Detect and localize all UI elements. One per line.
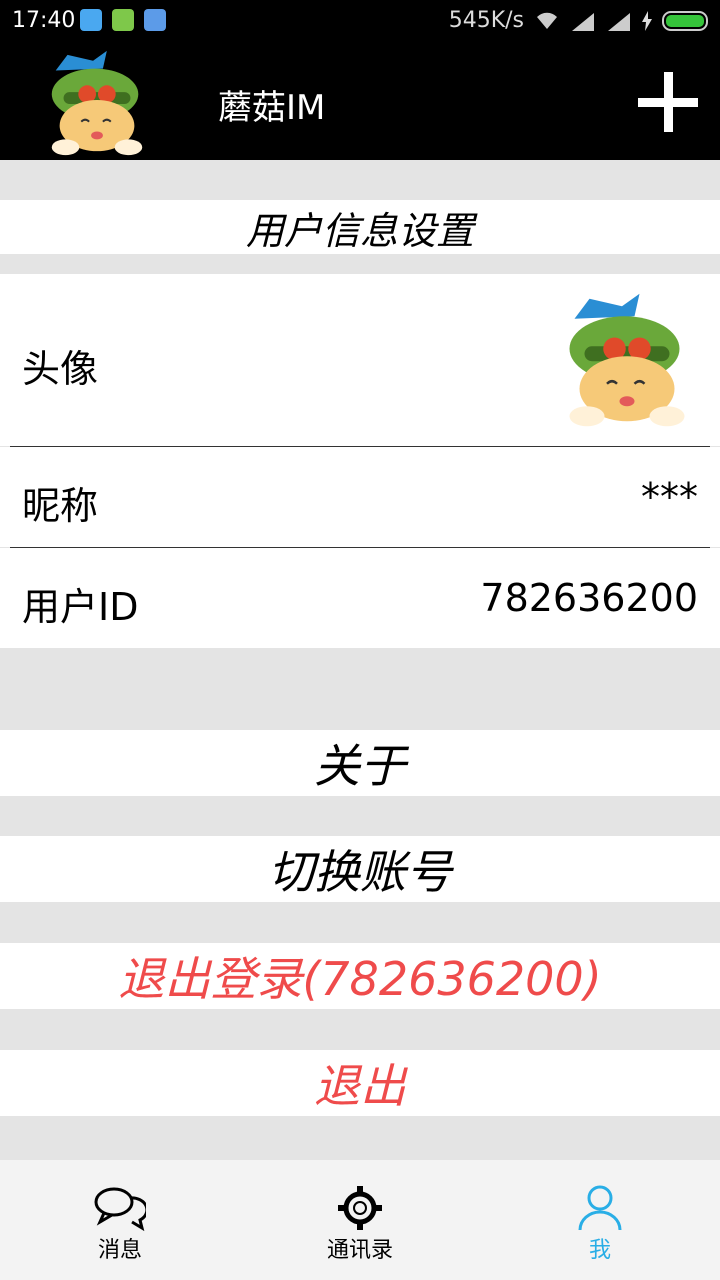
status-bar: 17:40 545K/s <box>0 0 720 44</box>
wifi-icon <box>537 12 557 29</box>
nickname-value: *** <box>641 475 698 519</box>
avatar[interactable] <box>38 48 156 158</box>
add-button[interactable] <box>638 72 698 132</box>
status-right: 545K/s <box>449 8 710 33</box>
charging-icon <box>642 10 652 31</box>
user-icon <box>578 1185 622 1231</box>
status-time: 17:40 <box>12 8 76 33</box>
battery-icon <box>662 10 708 31</box>
bottom-tab-bar: 消息 通讯录 我 <box>0 1160 720 1280</box>
switch-account-button[interactable]: 切换账号 <box>0 836 720 902</box>
app-bar: 蘑菇IM <box>0 44 720 160</box>
app-title: 蘑菇IM <box>218 88 326 128</box>
tab-contacts-label: 通讯录 <box>326 1238 393 1263</box>
avatar-label: 头像 <box>22 347 99 391</box>
logout-button[interactable]: 退出登录(782636200) <box>0 943 720 1009</box>
tab-me-label: 我 <box>588 1238 611 1263</box>
user-id-value: 782636200 <box>480 576 698 620</box>
avatar-setting-row[interactable]: 头像 <box>0 274 720 446</box>
chat-icon <box>94 1187 146 1232</box>
user-id-row: 用户ID 782636200 <box>0 548 720 648</box>
cloud-icon <box>144 9 166 31</box>
avatar[interactable] <box>552 286 702 434</box>
section-title: 用户信息设置 <box>0 200 720 254</box>
gear-icon <box>338 1186 382 1230</box>
tab-messages-label: 消息 <box>97 1238 142 1263</box>
user-id-label: 用户ID <box>22 585 139 629</box>
tab-me[interactable]: 我 <box>480 1160 720 1280</box>
upload-icon <box>80 9 102 31</box>
exit-button[interactable]: 退出 <box>0 1050 720 1116</box>
tab-contacts[interactable]: 通讯录 <box>240 1160 480 1280</box>
signal-icon <box>572 12 594 31</box>
about-button[interactable]: 关于 <box>0 730 720 796</box>
tab-messages[interactable]: 消息 <box>0 1160 240 1280</box>
signal-icon-2 <box>608 12 630 31</box>
clipboard-icon <box>112 9 134 31</box>
nickname-label: 昵称 <box>22 484 99 528</box>
network-speed: 545K/s <box>448 8 524 33</box>
nickname-setting-row[interactable]: 昵称 *** <box>0 447 720 547</box>
